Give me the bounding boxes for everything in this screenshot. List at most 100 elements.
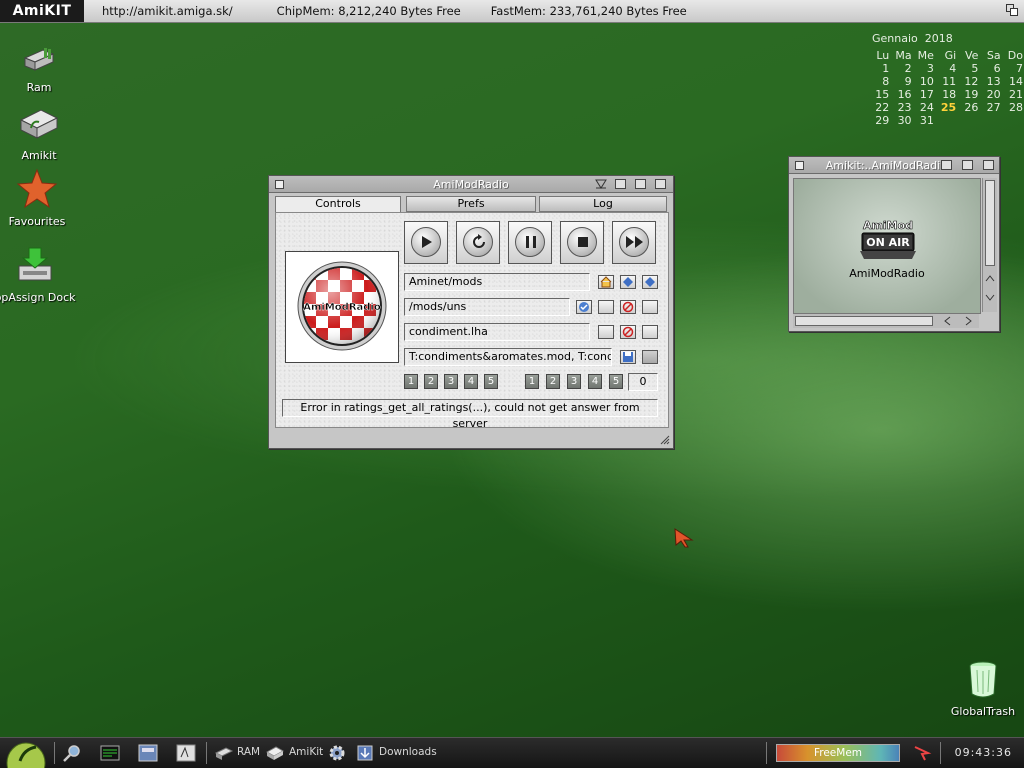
calendar-day[interactable] [957, 114, 979, 127]
file-cancel-button[interactable] [620, 325, 636, 339]
calendar-day[interactable]: 23 [890, 101, 912, 114]
snapshot-icon[interactable] [615, 179, 626, 189]
calendar-day[interactable] [1002, 114, 1024, 127]
calendar-day[interactable]: 31 [913, 114, 935, 127]
play-button[interactable] [404, 221, 448, 264]
next-button[interactable] [612, 221, 656, 264]
calendar-day[interactable]: 17 [913, 88, 935, 101]
calendar-day[interactable]: 29 [868, 114, 890, 127]
depth-icon[interactable] [1006, 4, 1018, 16]
file-option-button[interactable] [598, 325, 614, 339]
reload-button[interactable] [456, 221, 500, 264]
playlist-field[interactable]: T:condiments&aromates.mod, T:cond [404, 348, 612, 366]
directory-field[interactable]: /mods/uns [404, 298, 570, 316]
amikit-taskbar-label[interactable]: AmiKit [289, 746, 323, 758]
calendar-day[interactable]: 1 [868, 62, 890, 75]
depth-window-icon[interactable] [655, 179, 666, 189]
calendar-day[interactable] [935, 114, 957, 127]
calendar-day[interactable]: 19 [957, 88, 979, 101]
file-extra-button[interactable] [642, 325, 658, 339]
pause-button[interactable] [508, 221, 552, 264]
tab-prefs[interactable]: Prefs [406, 196, 536, 212]
drawer-titlebar[interactable]: Amikit:..AmiModRadi [789, 157, 999, 174]
calendar-day[interactable]: 22 [868, 101, 890, 114]
dir-cancel-button[interactable] [620, 300, 636, 314]
iconify-icon[interactable] [595, 179, 607, 189]
home-button[interactable] [598, 275, 614, 289]
calendar-day[interactable]: 30 [890, 114, 912, 127]
tab-controls[interactable]: Controls [275, 196, 401, 213]
horizontal-scroll-thumb[interactable] [795, 316, 933, 326]
stop-button[interactable] [560, 221, 604, 264]
rating-b-1[interactable]: 1 [525, 374, 539, 389]
ram-taskbar-icon[interactable] [214, 743, 234, 763]
disabled-button[interactable] [642, 350, 658, 364]
calendar-day[interactable]: 25 [935, 101, 957, 114]
forward-button[interactable] [642, 275, 658, 289]
calendar-day[interactable]: 5 [957, 62, 979, 75]
resize-icon[interactable] [660, 435, 670, 445]
rating-b-3[interactable]: 3 [567, 374, 581, 389]
save-button[interactable] [620, 350, 636, 364]
source-path-field[interactable]: Aminet/mods [404, 273, 590, 291]
calendar-day[interactable]: 26 [957, 101, 979, 114]
calendar-day[interactable]: 20 [979, 88, 1001, 101]
scroll-left-icon[interactable] [943, 316, 953, 326]
rating-b-2[interactable]: 2 [546, 374, 560, 389]
search-icon[interactable] [62, 743, 82, 763]
amikit-drive-icon[interactable]: Amikit [0, 104, 84, 162]
downloads-icon[interactable] [355, 743, 375, 763]
rating-a-2[interactable]: 2 [424, 374, 438, 389]
drawer-depth-icon[interactable] [983, 160, 994, 170]
back-button[interactable] [620, 275, 636, 289]
amikit-taskbar-icon[interactable] [265, 743, 285, 763]
pointer-tool-icon[interactable] [912, 743, 932, 763]
editor-icon[interactable] [176, 743, 196, 763]
amimodradio-app-icon[interactable]: AmiMod ON AIR [852, 215, 924, 261]
drawer-zoom-icon[interactable] [962, 160, 973, 170]
check-dir-button[interactable] [576, 300, 592, 314]
file-field[interactable]: condiment.lha [404, 323, 590, 341]
rating-a-5[interactable]: 5 [484, 374, 498, 389]
calendar-day[interactable]: 24 [913, 101, 935, 114]
calendar-day[interactable]: 10 [913, 75, 935, 88]
rating-a-3[interactable]: 3 [444, 374, 458, 389]
shell-icon[interactable] [100, 743, 120, 763]
favourites-icon[interactable]: Favourites [0, 168, 82, 228]
calendar-day[interactable]: 28 [1002, 101, 1024, 114]
vertical-scrollbar[interactable] [982, 178, 997, 312]
rating-b-4[interactable]: 4 [588, 374, 602, 389]
calendar-day[interactable]: 8 [868, 75, 890, 88]
zoom-icon[interactable] [635, 179, 646, 189]
calendar-day[interactable]: 4 [935, 62, 957, 75]
calendar-day[interactable]: 2 [890, 62, 912, 75]
scroll-down-icon[interactable] [985, 294, 995, 302]
downloads-taskbar-label[interactable]: Downloads [379, 746, 437, 758]
calendar-day[interactable]: 12 [957, 75, 979, 88]
vertical-scroll-thumb[interactable] [985, 180, 995, 266]
calendar-day[interactable]: 6 [979, 62, 1001, 75]
calendar-day[interactable]: 18 [935, 88, 957, 101]
ram-taskbar-label[interactable]: RAM [237, 746, 260, 758]
amikit-logo[interactable]: AmiKIT [0, 0, 84, 22]
amimodradio-titlebar[interactable]: AmiModRadio [269, 176, 673, 193]
tab-log[interactable]: Log [539, 196, 667, 212]
calendar-day[interactable]: 21 [1002, 88, 1024, 101]
calendar-day[interactable]: 9 [890, 75, 912, 88]
gear-icon[interactable] [327, 743, 347, 763]
scroll-up-icon[interactable] [985, 274, 995, 282]
calendar-day[interactable]: 16 [890, 88, 912, 101]
horizontal-scrollbar[interactable] [793, 314, 979, 328]
rating-a-1[interactable]: 1 [404, 374, 418, 389]
clock[interactable]: 09:43:36 [955, 746, 1012, 759]
calendar-day[interactable]: 15 [868, 88, 890, 101]
prefs-icon[interactable] [138, 743, 158, 763]
dir-extra-button[interactable] [642, 300, 658, 314]
rating-a-4[interactable]: 4 [464, 374, 478, 389]
amikit-drawer-window[interactable]: Amikit:..AmiModRadi AmiMod ON AIR AmiMod… [788, 156, 1000, 332]
ram-disk-icon[interactable]: Ram [0, 44, 84, 94]
calendar-day[interactable]: 13 [979, 75, 1001, 88]
calendar-day[interactable]: 14 [1002, 75, 1024, 88]
amimodradio-window[interactable]: AmiModRadio Controls Prefs Log AmiModRad… [268, 175, 674, 449]
amikit-start-icon[interactable] [6, 739, 46, 768]
